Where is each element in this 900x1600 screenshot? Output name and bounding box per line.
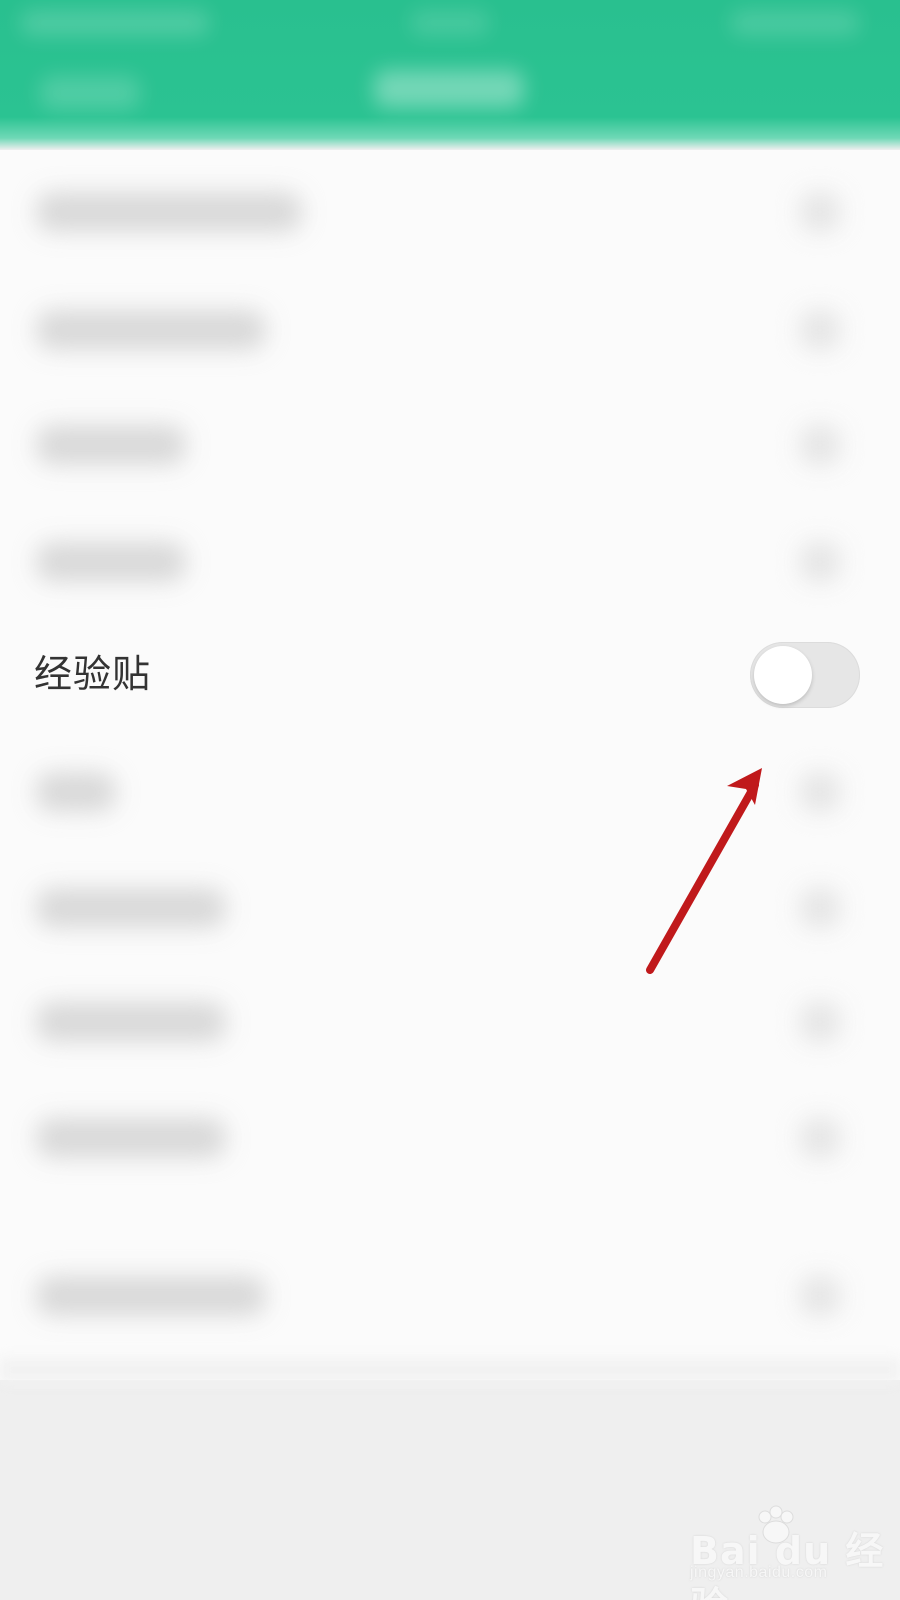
back-button[interactable] — [40, 76, 140, 110]
setting-row-experience-post[interactable]: 经验贴 — [0, 632, 900, 718]
chevron-right-icon — [800, 1276, 840, 1316]
chevron-right-icon — [800, 1002, 840, 1042]
watermark-url: jingyan.baidu.com — [690, 1564, 828, 1581]
status-bar-center — [410, 10, 490, 36]
toggle-switch[interactable] — [750, 642, 860, 708]
chevron-right-icon — [800, 1118, 840, 1158]
list-item-blurred-2[interactable] — [36, 310, 266, 350]
list-item-blurred-4[interactable] — [36, 542, 186, 582]
setting-label: 经验贴 — [34, 652, 152, 696]
watermark-brand: Bai du 经验 — [690, 1529, 885, 1600]
app-header — [0, 0, 900, 150]
list-item-blurred-7[interactable] — [36, 1002, 226, 1042]
page-title — [374, 70, 524, 108]
toggle-knob — [754, 646, 812, 704]
status-bar-right — [730, 10, 860, 36]
red-arrow-icon — [646, 768, 762, 974]
chevron-right-icon — [800, 888, 840, 928]
list-item-blurred-6[interactable] — [36, 888, 226, 928]
chevron-right-icon — [800, 425, 840, 465]
chevron-right-icon — [800, 192, 840, 232]
watermark: Bai du 经验 jingyan.baidu.com — [690, 1500, 890, 1600]
chevron-right-icon — [800, 772, 840, 812]
list-item-blurred-8[interactable] — [36, 1118, 226, 1158]
status-bar-left — [20, 10, 210, 36]
list-item-blurred-1[interactable] — [36, 192, 302, 232]
settings-screen: 经验贴 Bai du 经验 jingyan.baidu.com — [0, 0, 900, 1600]
chevron-right-icon — [800, 310, 840, 350]
list-item-blurred-3[interactable] — [36, 425, 186, 465]
list-item-blurred-9[interactable] — [36, 1276, 266, 1316]
list-item-blurred-5[interactable] — [36, 772, 116, 812]
section-divider — [0, 1358, 900, 1382]
chevron-right-icon — [800, 542, 840, 582]
